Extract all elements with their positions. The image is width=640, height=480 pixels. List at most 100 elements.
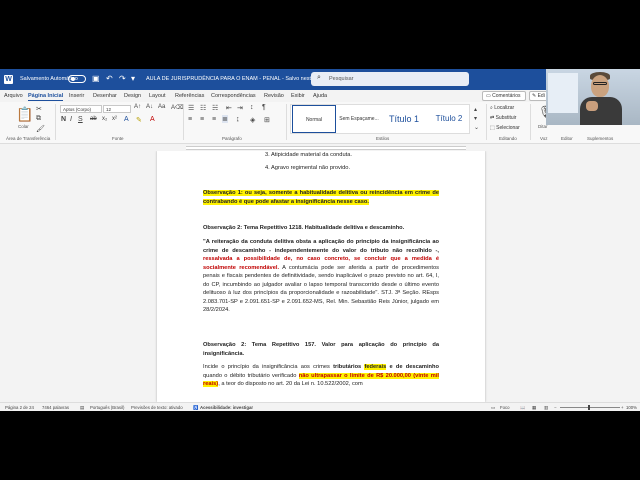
zoom-slider-thumb[interactable] bbox=[588, 405, 590, 410]
font-size-select[interactable]: 12 bbox=[103, 105, 131, 113]
document-title[interactable]: AULA DE JURISPRUDÊNCIA PARA O ENAM - PEN… bbox=[146, 76, 323, 82]
styles-expand-icon[interactable]: ⌄ bbox=[474, 124, 479, 131]
borders-icon[interactable]: ⊞ bbox=[264, 116, 270, 124]
copy-icon[interactable]: ⧉ bbox=[36, 115, 41, 123]
align-right-icon[interactable]: ≡ bbox=[212, 116, 216, 123]
shrink-font-icon[interactable]: A↓ bbox=[146, 104, 153, 110]
print-layout-icon[interactable]: ▦ bbox=[532, 405, 536, 411]
justify-icon[interactable]: ≣ bbox=[222, 115, 228, 123]
zoom-slider[interactable] bbox=[560, 407, 620, 408]
ribbon-tabs: Arquivo Página Inicial Inserir Desenhar … bbox=[0, 90, 640, 102]
clear-format-icon[interactable]: A⌫ bbox=[171, 104, 184, 111]
accessibility-icon: ♿ bbox=[193, 405, 199, 410]
presenter-hand bbox=[586, 101, 598, 111]
bold-icon[interactable]: N bbox=[61, 116, 66, 123]
web-layout-icon[interactable]: ▥ bbox=[544, 405, 548, 411]
zoom-level[interactable]: 100% bbox=[626, 405, 637, 410]
font-name-select[interactable]: Aptos (Corpo) bbox=[60, 105, 102, 113]
presenter-head bbox=[591, 75, 609, 97]
autosave-toggle[interactable] bbox=[68, 75, 86, 83]
tab-arquivo[interactable]: Arquivo bbox=[4, 93, 23, 99]
subscript-icon[interactable]: x₂ bbox=[102, 116, 107, 122]
comments-button[interactable]: ▭ Comentários bbox=[482, 91, 526, 101]
divider bbox=[530, 104, 531, 140]
paragraph-group-label: Parágrafo bbox=[222, 136, 242, 141]
italic-icon[interactable]: I bbox=[70, 116, 72, 123]
zoom-out-icon[interactable]: − bbox=[554, 405, 557, 410]
style-heading-2[interactable]: Título 2 bbox=[427, 105, 471, 133]
text-predictions[interactable]: Previsões de texto: ativado bbox=[131, 405, 183, 410]
redo-icon[interactable]: ↷ bbox=[119, 74, 126, 83]
superscript-icon[interactable]: x² bbox=[112, 116, 117, 122]
focus-mode[interactable]: Foco bbox=[500, 405, 510, 410]
style-no-spacing[interactable]: Sem Espaçame... bbox=[337, 105, 381, 133]
style-heading-1[interactable]: Título 1 bbox=[382, 105, 426, 133]
tab-correspondencias[interactable]: Correspondências bbox=[211, 93, 256, 99]
tab-referencias[interactable]: Referências bbox=[175, 93, 204, 99]
highlight-icon[interactable]: ✎ bbox=[136, 116, 142, 124]
editing-group-label: Editando bbox=[499, 136, 517, 141]
document-area[interactable]: 3. Atipicidade material da conduta. 4. A… bbox=[0, 151, 640, 402]
strikethrough-icon[interactable]: ab bbox=[90, 116, 97, 122]
pencil-icon: ✎ bbox=[532, 93, 537, 99]
select-button[interactable]: ⬚ Selecionar bbox=[490, 125, 520, 131]
shading-icon[interactable]: ◈ bbox=[250, 116, 255, 124]
multilevel-list-icon[interactable]: ☵ bbox=[212, 104, 218, 112]
styles-group-label: Estilos bbox=[376, 136, 390, 141]
accessibility-status[interactable]: Acessibilidade: investigar bbox=[200, 405, 253, 410]
title-bar: W Salvamento Automático ▣ ↶ ↷ ▾ AULA DE … bbox=[0, 69, 640, 90]
bullets-icon[interactable]: ☰ bbox=[188, 104, 194, 112]
decrease-indent-icon[interactable]: ⇤ bbox=[226, 104, 232, 112]
grow-font-icon[interactable]: A↑ bbox=[134, 104, 141, 110]
language[interactable]: Português (Brasil) bbox=[90, 405, 124, 410]
tab-layout[interactable]: Layout bbox=[149, 93, 166, 99]
show-marks-icon[interactable]: ¶ bbox=[262, 104, 266, 111]
tab-desenhar[interactable]: Desenhar bbox=[93, 93, 117, 99]
tab-ajuda[interactable]: Ajuda bbox=[313, 93, 327, 99]
customize-chevron-icon[interactable]: ▾ bbox=[131, 74, 135, 83]
text-effects-icon[interactable]: A bbox=[124, 116, 129, 123]
align-left-icon[interactable]: ≡ bbox=[188, 116, 192, 123]
para-end: , a teor do disposto no art. 20 da Lei n… bbox=[218, 381, 363, 387]
tab-design[interactable]: Design bbox=[124, 93, 141, 99]
numbering-icon[interactable]: ☷ bbox=[200, 104, 206, 112]
find-button[interactable]: ⌕ Localizar bbox=[490, 105, 514, 111]
format-painter-icon[interactable]: 🖌 bbox=[36, 125, 45, 133]
zoom-in-icon[interactable]: + bbox=[621, 405, 624, 410]
underline-icon[interactable]: S bbox=[78, 116, 83, 123]
tab-inserir[interactable]: Inserir bbox=[69, 93, 84, 99]
replace-button[interactable]: ⇄ Substituir bbox=[490, 115, 516, 121]
paste-icon[interactable]: 📋 bbox=[16, 106, 33, 123]
align-center-icon[interactable]: ≡ bbox=[200, 116, 204, 123]
word-window: W Salvamento Automático ▣ ↶ ↷ ▾ AULA DE … bbox=[0, 69, 640, 411]
tab-revisao[interactable]: Revisão bbox=[264, 93, 284, 99]
search-placeholder: Pesquisar bbox=[329, 76, 354, 82]
styles-scroll-up-icon[interactable]: ▴ bbox=[474, 106, 477, 113]
cut-icon[interactable]: ✂ bbox=[36, 105, 42, 113]
document-page[interactable]: 3. Atipicidade material da conduta. 4. A… bbox=[157, 151, 485, 402]
tab-pagina-inicial[interactable]: Página Inicial bbox=[28, 93, 64, 101]
word-count[interactable]: 7464 palavras bbox=[42, 405, 69, 410]
para-federais: federais bbox=[364, 364, 387, 370]
read-mode-icon[interactable]: 📖 bbox=[520, 405, 525, 411]
style-normal[interactable]: Normal bbox=[292, 105, 336, 133]
undo-icon[interactable]: ↶ bbox=[106, 74, 113, 83]
font-color-icon[interactable]: A bbox=[150, 116, 155, 123]
styles-scroll-down-icon[interactable]: ▾ bbox=[474, 115, 477, 122]
divider bbox=[286, 104, 287, 140]
search-box[interactable]: ⌕ Pesquisar bbox=[311, 72, 469, 86]
para-quando: quando o débito tributário verificado bbox=[203, 372, 297, 379]
line-spacing-icon[interactable]: ↨ bbox=[236, 116, 240, 123]
proofing-icon[interactable]: ▤ bbox=[80, 405, 84, 411]
save-icon[interactable]: ▣ bbox=[92, 74, 100, 83]
tab-exibir[interactable]: Exibir bbox=[291, 93, 305, 99]
paste-label: Colar bbox=[18, 124, 29, 129]
page-count[interactable]: Página 2 de 24 bbox=[5, 405, 34, 410]
change-case-icon[interactable]: Aa bbox=[158, 104, 165, 110]
presenter-glasses bbox=[593, 82, 607, 85]
search-icon: ⌕ bbox=[317, 74, 321, 81]
sort-icon[interactable]: ↕ bbox=[250, 104, 254, 111]
increase-indent-icon[interactable]: ⇥ bbox=[237, 104, 243, 112]
webcam-overlay bbox=[546, 69, 640, 125]
focus-icon: ▭ bbox=[491, 405, 496, 410]
